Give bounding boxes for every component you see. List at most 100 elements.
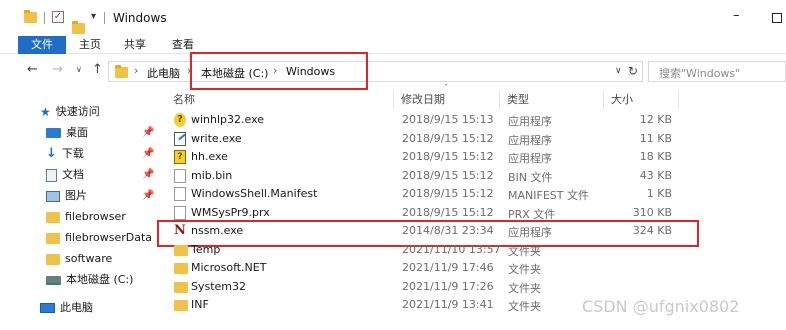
column-header-size[interactable]: 大小 — [611, 91, 633, 107]
tab-file[interactable]: 文件 — [18, 36, 66, 54]
file-size: 1 KB — [646, 187, 672, 200]
file-row[interactable]: System32 2021/11/9 17:26 文件夹 — [160, 278, 786, 296]
column-divider[interactable] — [603, 90, 604, 108]
sidebar-item-documents[interactable]: 文档 — [46, 165, 84, 185]
tab-share[interactable]: 共享 — [114, 36, 156, 54]
sidebar-item-label: filebrowser — [65, 210, 126, 223]
back-button[interactable]: ← — [27, 62, 38, 77]
breadcrumb-windows[interactable]: Windows — [286, 65, 335, 78]
file-date: 2021/11/10 13:57 — [402, 242, 501, 256]
file-name: write.exe — [191, 131, 242, 145]
file-icon — [174, 205, 186, 220]
maximize-button[interactable] — [772, 13, 782, 23]
toolbar-divider — [104, 12, 105, 24]
ribbon-tabs: 文件 主页 共享 查看 — [0, 36, 786, 54]
file-type: 文件夹 — [508, 263, 541, 276]
forward-button[interactable]: → — [52, 62, 63, 77]
file-size: 11 KB — [639, 131, 672, 145]
tab-home[interactable]: 主页 — [69, 36, 111, 54]
customize-quick-access-icon[interactable]: ▾ — [91, 11, 96, 22]
file-name: WindowsShell.Manifest — [191, 187, 318, 200]
file-type: MANIFEST 文件 — [508, 189, 589, 202]
file-row[interactable]: write.exe 2018/9/15 15:12 应用程序 11 KB — [160, 130, 786, 148]
watermark: CSDN @ufgnix0802 — [582, 297, 740, 316]
breadcrumb-local-disk[interactable]: 本地磁盘 (C:) — [201, 65, 268, 81]
file-row[interactable]: ? winhlp32.exe 2018/9/15 15:13 应用程序 12 K… — [160, 111, 786, 129]
file-row[interactable]: Microsoft.NET 2021/11/9 17:46 文件夹 — [160, 259, 786, 277]
file-date: 2021/11/9 17:26 — [402, 279, 494, 293]
file-name: mib.bin — [191, 168, 233, 182]
file-name: INF — [191, 298, 209, 311]
breadcrumb-separator: › — [134, 64, 139, 77]
toolbar-divider — [44, 12, 45, 24]
sidebar-item-downloads[interactable]: ↓ 下载 — [46, 144, 84, 164]
address-history-dropdown[interactable]: ∨ — [615, 66, 622, 76]
file-name: Microsoft.NET — [191, 261, 267, 274]
search-placeholder: 搜索"Windows" — [659, 67, 741, 80]
file-date: 2018/9/15 15:12 — [402, 150, 494, 163]
sidebar-item-label: 桌面 — [66, 126, 88, 139]
pin-icon[interactable]: 📌 — [142, 169, 154, 180]
file-size: 43 KB — [639, 168, 672, 182]
new-folder-icon[interactable] — [72, 21, 85, 34]
sidebar-item-filebrowser[interactable]: filebrowser — [46, 207, 126, 227]
computer-icon — [40, 303, 55, 313]
breadcrumb-separator: › — [273, 64, 278, 77]
file-row[interactable]: N nssm.exe 2014/8/31 23:34 应用程序 324 KB — [160, 222, 786, 240]
file-row[interactable]: ? hh.exe 2018/9/15 15:12 应用程序 18 KB — [160, 148, 786, 166]
file-row[interactable]: Temp 2021/11/10 13:57 文件夹 — [160, 241, 786, 259]
nssm-icon: N — [174, 223, 186, 238]
file-size: 324 KB — [632, 224, 672, 237]
file-icon — [174, 168, 186, 183]
column-divider[interactable] — [499, 90, 500, 108]
column-header-name[interactable]: 名称 — [173, 91, 195, 107]
sidebar-item-label: filebrowserData — [65, 231, 153, 244]
column-divider[interactable] — [678, 90, 679, 108]
sidebar-item-this-pc[interactable]: 此电脑 — [40, 298, 93, 318]
sidebar-item-filebrowserdata[interactable]: filebrowserData — [46, 228, 152, 248]
breadcrumb-this-pc[interactable]: 此电脑 — [147, 65, 180, 81]
file-date: 2014/8/31 23:34 — [402, 224, 494, 237]
refresh-button[interactable]: ↻ — [628, 64, 638, 78]
sidebar-item-local-disk[interactable]: 本地磁盘 (C:) — [46, 270, 133, 290]
window-title: Windows — [113, 11, 167, 25]
file-row[interactable]: mib.bin 2018/9/15 15:12 BIN 文件 43 KB — [160, 167, 786, 185]
sidebar-item-label: 快速访问 — [55, 105, 100, 118]
sidebar-item-quick-access[interactable]: ★ 快速访问 — [40, 102, 100, 122]
title-bar: ✓ ▾ Windows – — [0, 0, 786, 36]
pin-icon[interactable]: 📌 — [142, 148, 154, 159]
recent-locations-button[interactable]: ∨ — [76, 65, 82, 74]
file-row[interactable]: WindowsShell.Manifest 2018/9/15 15:12 MA… — [160, 185, 786, 203]
sidebar-item-pictures[interactable]: 图片 — [46, 186, 87, 206]
file-icon — [174, 187, 186, 201]
file-name: Temp — [191, 242, 221, 256]
file-name: winhlp32.exe — [191, 113, 265, 126]
up-button[interactable]: ↑ — [92, 62, 103, 77]
column-header-date[interactable]: 修改日期 — [401, 91, 445, 107]
properties-icon[interactable]: ✓ — [52, 11, 64, 23]
sidebar-item-software[interactable]: software — [46, 249, 112, 269]
file-date: 2021/11/9 13:41 — [402, 298, 494, 311]
search-input[interactable]: 搜索"Windows" — [648, 61, 786, 82]
pin-icon[interactable]: 📌 — [142, 190, 154, 201]
file-row[interactable]: WMSysPr9.prx 2018/9/15 15:12 PRX 文件 310 … — [160, 204, 786, 222]
minimize-button[interactable]: – — [733, 8, 740, 23]
column-divider[interactable] — [393, 90, 394, 108]
navigation-pane: ★ 快速访问 桌面 📌 ↓ 下载 📌 文档 📌 图片 📌 filebrowser f… — [0, 88, 160, 330]
folder-icon — [24, 10, 37, 23]
column-header-type[interactable]: 类型 — [507, 91, 529, 107]
document-icon — [46, 168, 57, 182]
tab-view[interactable]: 查看 — [162, 36, 204, 54]
file-date: 2021/11/9 17:46 — [402, 261, 494, 274]
write-icon — [174, 131, 186, 146]
sidebar-item-desktop[interactable]: 桌面 — [46, 123, 88, 143]
folder-icon — [46, 232, 60, 244]
pin-icon[interactable]: 📌 — [142, 127, 154, 138]
address-bar[interactable]: › 此电脑 › 本地磁盘 (C:) › Windows ∨ ↻ — [108, 61, 643, 82]
file-type: 应用程序 — [508, 115, 552, 128]
folder-icon — [46, 253, 60, 265]
file-type: BIN 文件 — [508, 170, 553, 184]
file-type: 文件夹 — [508, 300, 541, 313]
pictures-icon — [46, 190, 60, 202]
file-name: hh.exe — [191, 150, 228, 163]
